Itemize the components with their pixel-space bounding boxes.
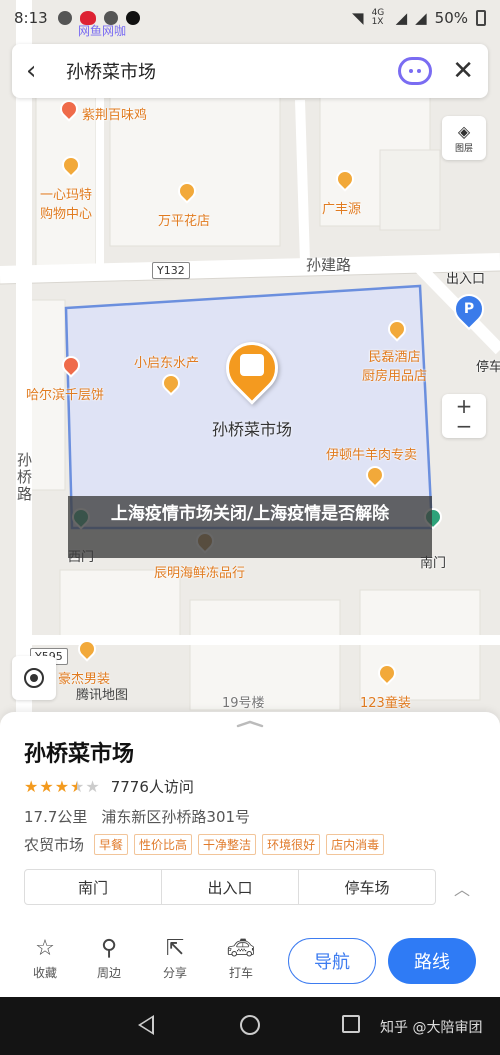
zoom-out-button[interactable]: − xyxy=(456,416,473,436)
wifi-icon: ◥ xyxy=(352,9,364,27)
footer-watermark: 知乎 @大陪审团 xyxy=(380,1020,483,1036)
battery-icon xyxy=(476,10,486,26)
system-back-icon[interactable] xyxy=(138,1015,154,1035)
visit-count: 7776人访问 xyxy=(110,778,194,796)
status-store-label: 网鱼网咖 xyxy=(78,24,127,38)
layers-icon: ◈ xyxy=(457,122,471,141)
place-name: 孙桥菜市场 xyxy=(24,742,135,767)
poi-yixinmate[interactable]: 一心玛特 购物中心 xyxy=(40,184,92,222)
poi-guangfeng[interactable]: 广丰源 xyxy=(322,198,361,217)
road-label-sunqiao: 孙桥路 xyxy=(15,452,33,503)
zoom-control[interactable]: + − xyxy=(442,394,486,438)
map-canvas[interactable]: 孙建路 Y132 Y595 孙桥路 紫荆百味鸡 一心玛特 购物中心 万平花店 广… xyxy=(0,0,500,730)
poi-parking-top[interactable]: 停车 xyxy=(476,356,500,375)
address-row: 17.7公里 浦东新区孙桥路301号 xyxy=(24,806,250,827)
locate-icon xyxy=(24,668,44,688)
road-label-sunjian: 孙建路 xyxy=(306,256,352,274)
locate-button[interactable] xyxy=(12,656,56,700)
headline-overlay: 上海疫情市场关闭/上海疫情是否解除 xyxy=(68,496,432,558)
category: 农贸市场 xyxy=(24,836,85,854)
navigate-button[interactable]: 导航 xyxy=(288,938,376,984)
tag: 干净整洁 xyxy=(198,834,257,855)
tag: 店内消毒 xyxy=(326,834,385,855)
back-arrow-icon[interactable]: ‹ xyxy=(26,56,56,86)
poi-yidun[interactable]: 伊顿牛羊肉专卖 xyxy=(326,444,417,463)
status-right: ◥ 4G 1X ◢ ◢ 50% xyxy=(352,9,486,27)
tag: 环境很好 xyxy=(262,834,321,855)
system-nav-bar: 知乎 @大陪审团 xyxy=(0,997,500,1055)
share-icon: ⇱ xyxy=(165,936,185,961)
nearby-label: 周边 xyxy=(96,966,121,980)
share-button[interactable]: ⇱ 分享 xyxy=(150,934,200,981)
voice-assistant-icon[interactable] xyxy=(398,57,433,85)
signal-icon: ◢ xyxy=(395,9,408,27)
system-recents-icon[interactable] xyxy=(342,1015,360,1033)
tags-row: 农贸市场 早餐 性价比高 干净整洁 环境很好 店内消毒 xyxy=(24,834,385,855)
rating-row[interactable]: ★ ★ ★ ★ ★ 7776人访问 xyxy=(24,776,194,797)
taxi-label: 打车 xyxy=(228,966,253,980)
poi-xiaoqidong[interactable]: 小启东水产 xyxy=(134,352,199,371)
route-button[interactable]: 路线 xyxy=(388,938,476,984)
road-badge-y132: Y132 xyxy=(152,262,190,279)
star-empty-icon: ★ xyxy=(85,777,100,796)
share-label: 分享 xyxy=(162,966,187,980)
address: 浦东新区孙桥路301号 xyxy=(101,808,251,826)
chevron-up-icon[interactable]: ︿ xyxy=(454,876,470,900)
favorite-button[interactable]: ☆ 收藏 xyxy=(20,934,70,981)
shopping-bag-icon xyxy=(240,354,264,376)
search-query[interactable]: 孙桥菜市场 xyxy=(66,58,398,84)
battery-level: 50% xyxy=(434,9,468,27)
poi-harbin[interactable]: 哈尔滨千层饼 xyxy=(26,384,104,403)
star-icon: ★ xyxy=(39,777,54,796)
zoom-in-button[interactable]: + xyxy=(456,396,473,416)
map-market-label[interactable]: 孙桥菜市场 xyxy=(212,416,292,440)
notification-icon xyxy=(57,11,72,25)
entrance-tabs: 南门 出入口 停车场 xyxy=(24,869,436,905)
signal-icon: ◢ xyxy=(415,9,427,27)
map-watermark: 腾讯地图 xyxy=(76,688,129,703)
network-type: 4G 1X xyxy=(371,8,385,27)
star-outline-icon: ☆ xyxy=(35,936,55,961)
poi-chukou-top[interactable]: 出入口 xyxy=(446,268,485,287)
entrance-tab-chukou[interactable]: 出入口 xyxy=(162,870,299,904)
star-half-icon: ★ xyxy=(70,777,85,796)
search-icon: ⚲ xyxy=(100,936,118,961)
entrance-tab-parking[interactable]: 停车场 xyxy=(299,870,435,904)
taxi-icon: 🚕︎ xyxy=(227,936,255,961)
search-bar[interactable]: ‹ 孙桥菜市场 ✕ xyxy=(12,44,488,98)
poi-building19[interactable]: 19号楼 xyxy=(222,692,265,711)
tag: 早餐 xyxy=(94,834,129,855)
layers-label: 图层 xyxy=(454,144,473,154)
poi-wanping[interactable]: 万平花店 xyxy=(158,210,210,229)
action-bar: ☆ 收藏 ⚲ 周边 ⇱ 分享 🚕︎ 打车 导航 路线 xyxy=(0,934,500,992)
tiktok-icon xyxy=(125,11,140,25)
taxi-button[interactable]: 🚕︎ 打车 xyxy=(216,934,266,981)
layers-button[interactable]: ◈ 图层 xyxy=(442,116,486,160)
tag: 性价比高 xyxy=(134,834,193,855)
poi-zijing[interactable]: 紫荆百味鸡 xyxy=(82,104,147,123)
entrance-tab-nanmen[interactable]: 南门 xyxy=(25,870,162,904)
place-detail-sheet[interactable]: 孙桥菜市场 ★ ★ ★ ★ ★ 7776人访问 17.7公里 浦东新区孙桥路30… xyxy=(0,712,500,997)
star-icon: ★ xyxy=(24,777,39,796)
drag-handle-icon[interactable] xyxy=(236,720,264,728)
status-time: 8:13 xyxy=(14,9,48,27)
poi-tongzhuang[interactable]: 123童装 xyxy=(360,692,411,711)
system-home-icon[interactable] xyxy=(240,1015,260,1035)
distance: 17.7公里 xyxy=(24,808,88,826)
close-icon[interactable]: ✕ xyxy=(452,56,474,86)
favorite-label: 收藏 xyxy=(32,966,57,980)
poi-chenming[interactable]: 辰明海鲜冻品行 xyxy=(154,562,245,581)
nearby-button[interactable]: ⚲ 周边 xyxy=(84,934,134,981)
status-bar: 8:13 ◥ 4G 1X ◢ ◢ 50% xyxy=(0,0,500,36)
poi-minlei[interactable]: 民磊酒店 厨房用品店 xyxy=(362,346,427,384)
star-icon: ★ xyxy=(54,777,70,796)
